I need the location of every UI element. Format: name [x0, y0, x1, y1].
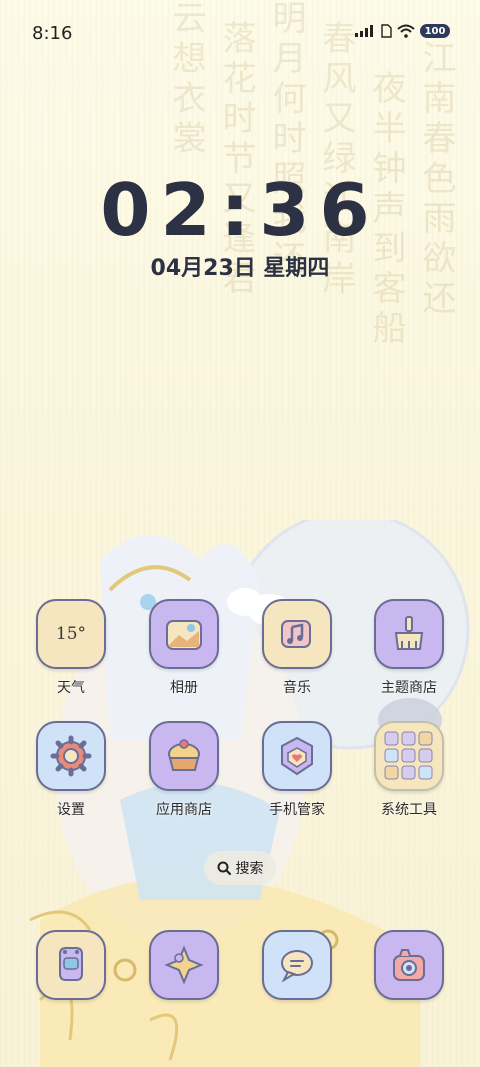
- star-app-icon: [149, 930, 219, 1000]
- dock-star-app[interactable]: [134, 930, 234, 1000]
- phone-app-icon: [36, 930, 106, 1000]
- dock-camera-app[interactable]: [359, 930, 459, 1000]
- dock-messages-app[interactable]: [247, 930, 347, 1000]
- dock: [0, 0, 480, 1067]
- camera-icon: [374, 930, 444, 1000]
- dock-phone-app[interactable]: [21, 930, 121, 1000]
- messages-icon: [262, 930, 332, 1000]
